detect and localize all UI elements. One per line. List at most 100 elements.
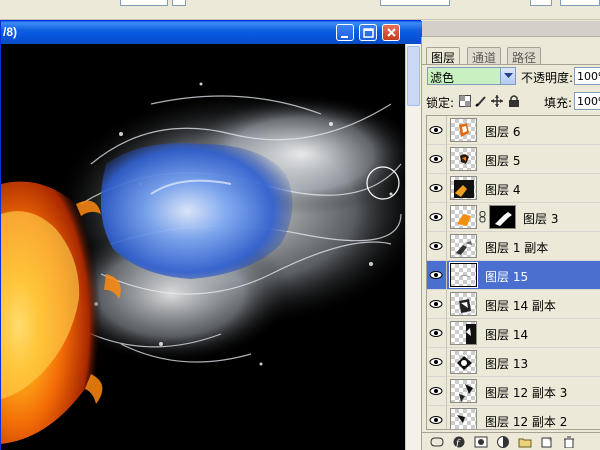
layers-panel-footer: f (422, 432, 600, 450)
image-canvas[interactable] (1, 44, 405, 450)
layer-row[interactable]: 图层 12 副本 3 (427, 377, 600, 406)
layer-row[interactable]: 图层 4 (427, 174, 600, 203)
layer-mask-thumbnail[interactable] (489, 205, 516, 229)
eye-icon (429, 387, 443, 395)
lock-pixels-icon[interactable] (475, 95, 487, 107)
layer-name: 图层 3 (523, 212, 559, 226)
layer-row[interactable]: 图层 14 (427, 319, 600, 348)
delete-layer-icon[interactable] (562, 436, 576, 448)
visibility-toggle[interactable] (427, 116, 447, 144)
layer-name: 图层 15 (485, 270, 529, 284)
options-field[interactable] (120, 0, 168, 6)
layer-thumbnail (450, 379, 477, 403)
visibility-toggle[interactable] (427, 145, 447, 173)
eye-icon (429, 184, 443, 192)
layer-thumbnail (450, 176, 477, 200)
layer-thumbnail (450, 350, 477, 374)
layers-panel: 图层 通道 路径 滤色 不透明度: 100% 锁定: 填充: 100% (421, 21, 600, 450)
visibility-toggle[interactable] (427, 290, 447, 318)
options-field[interactable] (560, 0, 600, 6)
visibility-toggle[interactable] (427, 232, 447, 260)
lock-transparent-icon[interactable] (459, 95, 471, 107)
eye-icon (429, 213, 443, 221)
layer-name: 图层 13 (485, 357, 529, 371)
layer-row[interactable]: 图层 5 (427, 145, 600, 174)
layer-row[interactable]: 图层 3 (427, 203, 600, 232)
visibility-toggle[interactable] (427, 174, 447, 202)
link-icon (479, 211, 486, 223)
layer-style-icon[interactable]: f (452, 436, 466, 448)
new-group-icon[interactable] (518, 436, 532, 448)
new-fill-adjustment-icon[interactable] (496, 436, 510, 448)
document-window: /8) (0, 20, 422, 450)
add-mask-icon[interactable] (474, 436, 488, 448)
eye-icon (429, 329, 443, 337)
layers-list: 图层 6 图层 5 图层 4 图层 3 图层 1 副本 图层 15 图层 14 … (426, 115, 600, 430)
visibility-toggle[interactable] (427, 348, 447, 376)
blend-row: 滤色 不透明度: 100% (422, 67, 600, 87)
visibility-toggle[interactable] (427, 406, 447, 429)
lock-position-icon[interactable] (491, 95, 503, 107)
layer-row-selected[interactable]: 图层 15 (427, 261, 600, 290)
eye-icon (429, 271, 443, 279)
document-title: /8) (3, 25, 18, 39)
layer-thumbnail (450, 408, 477, 429)
eye-icon (429, 416, 443, 424)
layer-name: 图层 1 副本 (485, 241, 549, 255)
blend-mode-value: 滤色 (430, 71, 455, 85)
visibility-toggle[interactable] (427, 261, 447, 289)
photoshop-window: /8) 图层 通道 路径 滤色 不透明度: 100 锁定: 填充: 100 图层… (0, 0, 600, 450)
minimize-icon (341, 36, 348, 38)
document-vertical-scrollbar[interactable] (405, 44, 421, 450)
layer-row[interactable]: 图层 12 副本 2 (427, 406, 600, 429)
document-titlebar[interactable]: /8) (1, 21, 422, 44)
options-bar (0, 0, 600, 20)
artwork-image (1, 44, 405, 450)
maximize-icon (363, 28, 374, 38)
close-icon (387, 28, 396, 37)
blend-mode-dropdown-button[interactable] (500, 68, 515, 84)
layer-thumbnail (450, 147, 477, 171)
layer-name: 图层 14 副本 (485, 299, 556, 313)
tab-layers[interactable]: 图层 (426, 47, 461, 65)
eye-icon (429, 126, 443, 134)
eye-icon (429, 358, 443, 366)
layer-row[interactable]: 图层 14 副本 (427, 290, 600, 319)
blend-mode-select[interactable]: 滤色 (427, 67, 516, 85)
layer-thumbnail (449, 262, 478, 288)
fill-label: 填充: (544, 96, 573, 110)
layer-thumbnail (450, 205, 477, 229)
tab-paths[interactable]: 路径 (507, 47, 542, 65)
maximize-button[interactable] (359, 24, 377, 41)
layer-name: 图层 12 副本 2 (485, 415, 568, 429)
new-layer-icon[interactable] (540, 436, 554, 448)
lock-label: 锁定: (426, 96, 455, 110)
options-field[interactable] (380, 0, 450, 6)
visibility-toggle[interactable] (427, 203, 447, 231)
close-button[interactable] (382, 24, 400, 41)
panel-tabs: 图层 通道 路径 (422, 47, 600, 65)
options-field[interactable] (530, 0, 552, 6)
options-field-button[interactable] (172, 0, 186, 6)
tab-channels[interactable]: 通道 (467, 47, 502, 65)
lock-all-icon[interactable] (508, 95, 520, 107)
layer-name: 图层 6 (485, 125, 521, 139)
panel-header (422, 21, 600, 37)
eye-icon (429, 300, 443, 308)
layer-row[interactable]: 图层 6 (427, 116, 600, 145)
layer-thumbnail (450, 321, 477, 345)
minimize-button[interactable] (336, 24, 354, 41)
layer-name: 图层 5 (485, 154, 521, 168)
layer-row[interactable]: 图层 1 副本 (427, 232, 600, 261)
fill-field[interactable]: 100% (574, 92, 600, 110)
eye-icon (429, 242, 443, 250)
opacity-field[interactable]: 100% (574, 67, 600, 85)
visibility-toggle[interactable] (427, 319, 447, 347)
layer-row[interactable]: 图层 13 (427, 348, 600, 377)
layer-thumbnail (450, 234, 477, 258)
layer-thumbnail (450, 292, 477, 316)
link-layers-icon[interactable] (430, 436, 444, 448)
opacity-label: 不透明度: (521, 71, 574, 85)
visibility-toggle[interactable] (427, 377, 447, 405)
scrollbar-thumb[interactable] (407, 46, 420, 106)
